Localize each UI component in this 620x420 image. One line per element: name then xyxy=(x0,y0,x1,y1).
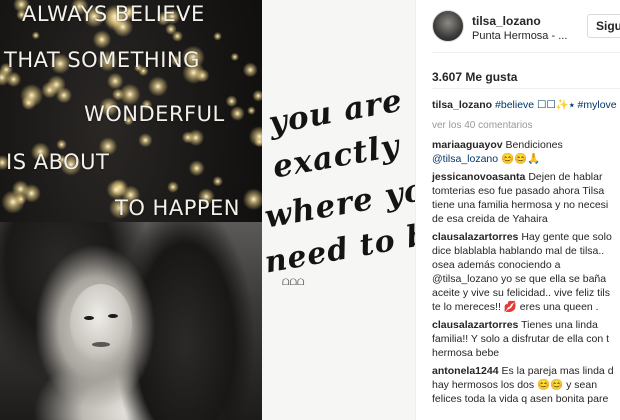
comment-username[interactable]: antonela1244 xyxy=(432,365,499,377)
light-bulb xyxy=(225,95,238,108)
comment-text-line: felices toda la vida q asen bonita pare xyxy=(432,393,609,405)
post-header: tilsa_lozano Punta Hermosa - ... Siguie xyxy=(416,0,620,52)
quote-photo-panel: ALWAYS BELIEVE THAT SOMETHING WONDERFUL … xyxy=(0,0,262,420)
user-avatar-icon[interactable] xyxy=(432,10,464,42)
light-bulb xyxy=(31,31,40,40)
right-eye xyxy=(108,314,118,318)
quote-line-4: IS ABOUT xyxy=(6,150,110,174)
light-bulb xyxy=(167,181,179,193)
light-bulb xyxy=(242,188,262,211)
comment-item: clausalazartorres Hay gente que solo xyxy=(432,230,620,244)
light-bulb xyxy=(252,89,262,102)
couple-photo xyxy=(0,222,262,420)
likes-divider xyxy=(432,88,620,89)
comment-text-line: te lo mereces!! 💋 eres una queen . xyxy=(432,301,599,313)
face-figure xyxy=(70,284,132,364)
comment-username[interactable]: clausalazartorres xyxy=(432,231,518,243)
caption-text[interactable]: #believe ☐☐✨⭑ #mylove xyxy=(495,99,617,111)
view-all-comments-link[interactable]: ver los 40 comentarios xyxy=(432,120,533,131)
comment-text-line: dice blablabla hablando mal de tilsa.. xyxy=(432,245,605,257)
comment-item: antonela1244 Es la pareja mas linda d xyxy=(432,364,620,378)
comment-text-line: familia!! Y solo a disfrutar de ella con… xyxy=(432,333,610,345)
quote-line-3: WONDERFUL xyxy=(84,102,225,126)
light-bulb xyxy=(56,139,67,150)
comment-text-line: hay hermosos los dos 😊😊 y sean xyxy=(432,379,598,391)
comment-text-line: tiene una familia hermosa y no necesi xyxy=(432,199,609,211)
post-image[interactable]: ALWAYS BELIEVE THAT SOMETHING WONDERFUL … xyxy=(0,0,415,420)
comment-text-line: osea además conociendo a xyxy=(432,259,561,271)
light-bulb xyxy=(247,106,256,115)
light-bulb xyxy=(188,160,205,177)
light-bulb xyxy=(46,75,66,95)
post-sidebar: tilsa_lozano Punta Hermosa - ... Siguie … xyxy=(415,0,620,420)
light-bulb xyxy=(106,72,124,90)
caption: tilsa_lozano #believe ☐☐✨⭑ #mylove xyxy=(432,98,620,112)
light-bulb xyxy=(22,184,41,203)
quote-line-2: THAT SOMETHING xyxy=(4,48,200,72)
light-bulb xyxy=(5,71,22,88)
artist-signature: ᗝᗝᗝ xyxy=(282,278,305,288)
comment-text-line[interactable]: @tilsa_lozano 😊😊🙏 xyxy=(432,152,620,166)
likes-count[interactable]: 3.607 Me gusta xyxy=(432,70,517,84)
header-location[interactable]: Punta Hermosa - ... xyxy=(472,30,567,42)
light-bulb xyxy=(171,30,183,42)
comment-item: clausalazartorres Tienes una linda xyxy=(432,318,620,332)
light-bulb xyxy=(242,62,258,78)
comment-item: mariaaguayov Bendiciones xyxy=(432,138,620,152)
light-bulb xyxy=(213,32,222,41)
comment-text-line: aceite y vive su felicidad.. vive feliz … xyxy=(432,287,610,299)
header-divider xyxy=(432,52,620,53)
comment-text: Dejen de hablar xyxy=(528,171,603,183)
light-bulb xyxy=(138,133,153,148)
comment-text-line: de esa creida de Yahaira xyxy=(432,213,548,225)
comment-text: Tienes una linda xyxy=(521,319,598,331)
left-eye xyxy=(84,316,94,320)
comment-text: Hay gente que solo xyxy=(521,231,612,243)
comment-username[interactable]: clausalazartorres xyxy=(432,319,518,331)
light-bulb xyxy=(147,76,169,97)
comment-username[interactable]: jessicanovoasanta xyxy=(432,171,525,183)
handwritten-quote-panel: you are exactly where you need to be ᗝᗝᗝ xyxy=(262,0,415,420)
header-username[interactable]: tilsa_lozano xyxy=(472,14,541,28)
comment-text: Bendiciones xyxy=(505,139,563,151)
light-bulb xyxy=(212,176,223,187)
light-bulb xyxy=(230,106,245,121)
comment-item: jessicanovoasanta Dejen de hablar xyxy=(432,170,620,184)
follow-button[interactable]: Siguie xyxy=(587,14,620,38)
light-bulb xyxy=(230,52,239,62)
comment-text-line: @tilsa_lozano yo se que ella se baña xyxy=(432,273,607,285)
light-bulb xyxy=(181,131,194,144)
quote-line-5: TO HAPPEN xyxy=(115,196,240,220)
light-bulb xyxy=(21,95,36,111)
lips xyxy=(92,342,110,347)
quote-line-1: ALWAYS BELIEVE xyxy=(22,2,205,26)
comment-text: Es la pareja mas linda d xyxy=(501,365,614,377)
caption-username[interactable]: tilsa_lozano xyxy=(432,99,492,111)
comment-username[interactable]: mariaaguayov xyxy=(432,139,503,151)
light-bulb xyxy=(92,30,112,49)
comment-text-line: hermosa bebe xyxy=(432,347,500,359)
comment-text-line: tomterias eso fue pasado ahora Tilsa xyxy=(432,185,605,197)
